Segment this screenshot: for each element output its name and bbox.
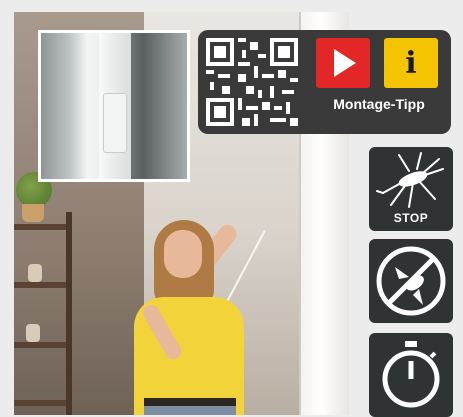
montage-panel: i Montage-Tipp: [198, 30, 451, 134]
info-icon: i: [405, 45, 417, 81]
stop-label: STOP: [393, 211, 429, 225]
feature-no-insects: [369, 239, 453, 323]
play-video-icon: [334, 49, 356, 77]
shelf-post: [66, 212, 72, 415]
no-flying-insects-icon: [376, 246, 446, 316]
shelf: [14, 342, 66, 348]
play-video-button[interactable]: [316, 38, 370, 88]
detail-inset-image: [38, 30, 190, 182]
shelf: [14, 224, 66, 230]
belt: [144, 398, 236, 406]
shelf: [14, 282, 66, 288]
info-button[interactable]: i: [384, 38, 438, 88]
feature-mosquito-stop: STOP: [369, 147, 453, 231]
frame-clip: [103, 93, 127, 153]
woman-face: [164, 230, 202, 278]
plant-pot: [22, 204, 44, 222]
stopwatch-icon: [382, 341, 440, 408]
vase: [26, 324, 40, 342]
qr-code-icon[interactable]: [206, 38, 298, 126]
shelf: [14, 400, 66, 406]
jeans: [144, 406, 236, 415]
montage-tipp-label: Montage-Tipp: [333, 96, 425, 112]
vase: [28, 264, 42, 282]
feature-quick-assembly: [369, 333, 453, 417]
